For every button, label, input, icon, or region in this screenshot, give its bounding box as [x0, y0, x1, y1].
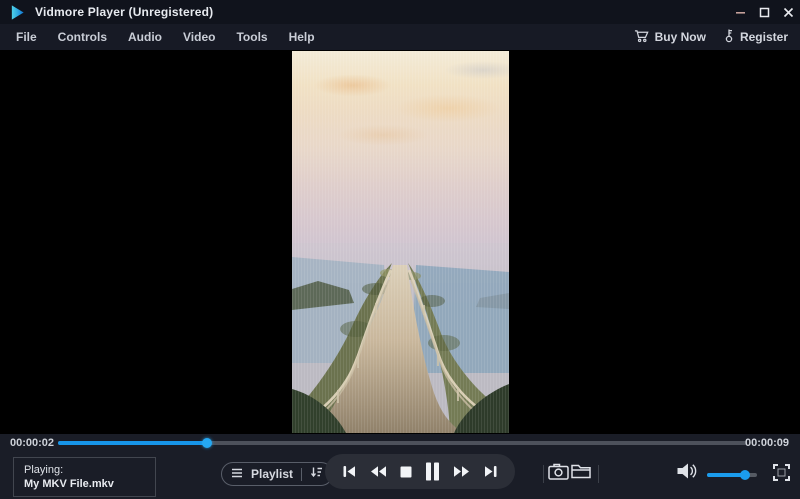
- buy-now-label: Buy Now: [655, 30, 706, 44]
- playlist-list-icon: [231, 465, 243, 483]
- playlist-button[interactable]: Playlist: [221, 462, 333, 486]
- toolbar-divider-right: [598, 465, 599, 483]
- now-playing-filename: My MKV File.mkv: [24, 478, 145, 490]
- seek-thumb[interactable]: [202, 438, 212, 448]
- skip-previous-button[interactable]: [342, 465, 356, 478]
- pause-button[interactable]: [425, 462, 440, 481]
- skip-next-button[interactable]: [484, 465, 498, 478]
- video-area: [0, 50, 800, 434]
- maximize-button[interactable]: [752, 0, 776, 24]
- playlist-order-icon[interactable]: [310, 465, 323, 483]
- menu-video[interactable]: Video: [183, 30, 215, 44]
- title-bar: Vidmore Player (Unregistered): [0, 0, 800, 24]
- app-logo-icon: [9, 4, 26, 21]
- minimize-button[interactable]: [728, 0, 752, 24]
- buy-now-button[interactable]: Buy Now: [634, 29, 706, 46]
- rewind-button[interactable]: [369, 465, 387, 478]
- menu-audio[interactable]: Audio: [128, 30, 162, 44]
- vidmore-player-window: Vidmore Player (Unregistered) File Contr…: [0, 0, 800, 499]
- register-label: Register: [740, 30, 788, 44]
- menu-right-actions: Buy Now Register: [634, 28, 800, 46]
- transport-controls: [325, 454, 515, 489]
- menu-file[interactable]: File: [16, 30, 37, 44]
- stop-button[interactable]: [400, 466, 412, 478]
- bottom-control-bar: Playing: My MKV File.mkv Playlist: [0, 452, 800, 499]
- now-playing-box: Playing: My MKV File.mkv: [13, 457, 156, 497]
- menu-tools[interactable]: Tools: [236, 30, 267, 44]
- window-title: Vidmore Player (Unregistered): [35, 5, 213, 19]
- open-folder-button[interactable]: [571, 464, 591, 479]
- key-icon: [724, 28, 734, 46]
- now-playing-label: Playing:: [24, 464, 145, 476]
- playlist-pill-divider: [301, 468, 302, 481]
- video-frame[interactable]: [292, 51, 509, 433]
- seek-progress-fill: [58, 441, 207, 445]
- playlist-label: Playlist: [251, 467, 293, 481]
- volume-thumb[interactable]: [740, 470, 750, 480]
- volume-speaker-icon[interactable]: [676, 462, 698, 480]
- menu-controls[interactable]: Controls: [58, 30, 107, 44]
- close-button[interactable]: [776, 0, 800, 24]
- fast-forward-button[interactable]: [453, 465, 471, 478]
- fullscreen-button[interactable]: [772, 463, 791, 482]
- cart-icon: [634, 29, 649, 46]
- elapsed-time: 00:00:02: [10, 437, 54, 449]
- total-duration: 00:00:09: [745, 437, 789, 449]
- volume-slider[interactable]: [707, 473, 757, 477]
- register-button[interactable]: Register: [724, 28, 788, 46]
- video-scene: [292, 51, 509, 433]
- seek-track[interactable]: [58, 441, 747, 445]
- menu-help[interactable]: Help: [289, 30, 315, 44]
- window-controls: [728, 0, 800, 24]
- menu-items: File Controls Audio Video Tools Help: [0, 30, 315, 44]
- menu-bar: File Controls Audio Video Tools Help Buy…: [0, 24, 800, 50]
- snapshot-camera-button[interactable]: [548, 463, 569, 480]
- seek-bar-row: 00:00:02 00:00:09: [0, 434, 800, 452]
- toolbar-divider-left: [543, 465, 544, 483]
